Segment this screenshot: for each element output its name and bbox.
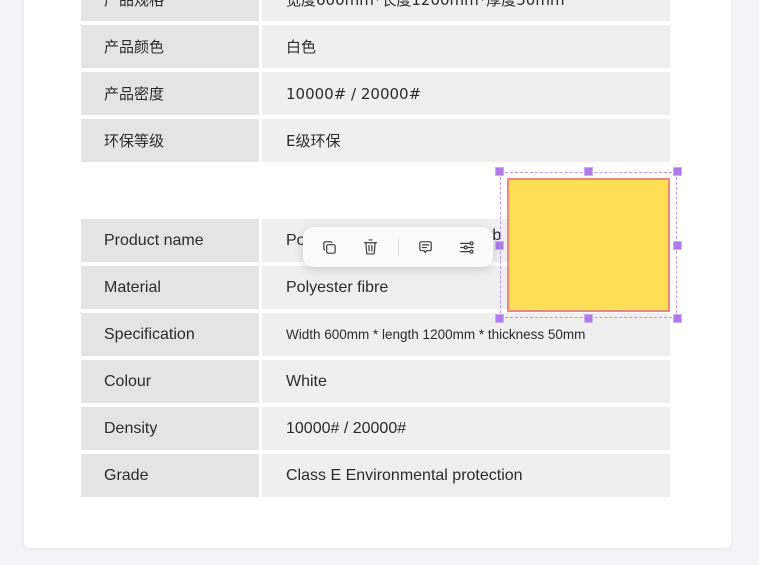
shape-selection-overlay[interactable] [495, 167, 682, 323]
table-cell-label: 产品密度 [81, 72, 259, 115]
element-context-toolbar[interactable] [303, 227, 493, 267]
table-cell-value: E级环保 [262, 119, 670, 162]
resize-handle-w[interactable] [495, 240, 504, 250]
table-row[interactable]: Colour White [81, 360, 670, 403]
table-cell-value: 10000# / 20000# [262, 72, 670, 115]
product-spec-table-chinese: 产品规格 宽度600mm*长度1200mm*厚度50mm 产品颜色 白色 产品密… [81, 0, 670, 166]
toolbar-divider [397, 238, 399, 256]
table-cell-label: 产品颜色 [81, 25, 259, 68]
table-cell-value: White [262, 360, 670, 403]
table-cell-label: 产品规格 [81, 0, 259, 21]
table-cell-label: Product name [81, 219, 259, 262]
table-row[interactable]: 环保等级 E级环保 [81, 119, 670, 162]
resize-handle-n[interactable] [584, 167, 593, 176]
comment-button[interactable] [412, 233, 440, 261]
resize-handle-nw[interactable] [495, 167, 504, 176]
copy-icon [321, 239, 338, 256]
table-row[interactable]: 产品规格 宽度600mm*长度1200mm*厚度50mm [81, 0, 670, 21]
table-row[interactable]: Density 10000# / 20000# [81, 407, 670, 450]
table-cell-value: 宽度600mm*长度1200mm*厚度50mm [262, 0, 670, 21]
table-row[interactable]: Specification Width 600mm * length 1200m… [81, 313, 670, 356]
resize-handle-sw[interactable] [495, 314, 504, 323]
table-cell-value: 白色 [262, 25, 670, 68]
selected-shape[interactable] [507, 178, 670, 312]
table-cell-value: Width 600mm * length 1200mm * thickness … [262, 313, 670, 356]
resize-handle-e[interactable] [673, 240, 682, 250]
table-cell-label: Colour [81, 360, 259, 403]
resize-handle-ne[interactable] [673, 167, 682, 176]
copy-button[interactable] [316, 233, 344, 261]
trash-icon [362, 238, 379, 256]
sliders-icon [458, 239, 476, 256]
table-cell-label: Material [81, 266, 259, 309]
resize-handle-se[interactable] [673, 314, 682, 323]
table-cell-label: Density [81, 407, 259, 450]
delete-button[interactable] [357, 233, 385, 261]
table-cell-value: Class E Environmental protection [262, 454, 670, 497]
settings-button[interactable] [453, 233, 481, 261]
table-row[interactable]: 产品密度 10000# / 20000# [81, 72, 670, 115]
table-cell-label: Specification [81, 313, 259, 356]
resize-handle-s[interactable] [584, 314, 593, 323]
table-row[interactable]: Grade Class E Environmental protection [81, 454, 670, 497]
table-cell-value: 10000# / 20000# [262, 407, 670, 450]
comment-icon [417, 239, 434, 256]
table-cell-label: Grade [81, 454, 259, 497]
table-cell-label: 环保等级 [81, 119, 259, 162]
table-row[interactable]: 产品颜色 白色 [81, 25, 670, 68]
